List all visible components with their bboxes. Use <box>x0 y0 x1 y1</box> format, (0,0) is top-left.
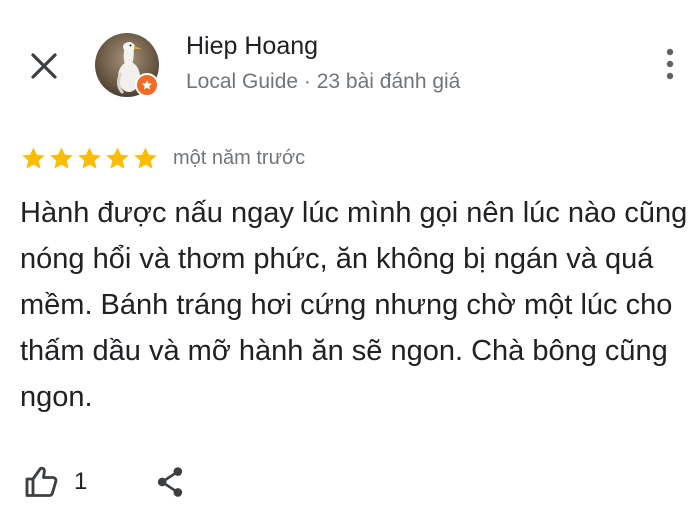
author-meta: Local Guide · 23 bài đánh giá <box>186 70 461 93</box>
local-guide-star-icon <box>142 80 152 90</box>
review-text: Hành được nấu ngay lúc mình gọi nên lúc … <box>20 197 688 413</box>
star-icon <box>106 146 129 169</box>
star-icon <box>78 146 101 169</box>
rating-row: một năm trước <box>20 144 305 172</box>
local-guide-badge <box>135 73 159 97</box>
star-icon <box>22 146 45 169</box>
close-button[interactable] <box>24 46 64 86</box>
more-options-button[interactable] <box>652 42 688 86</box>
share-button[interactable] <box>150 460 190 504</box>
star-icon <box>50 146 73 169</box>
more-vert-icon <box>666 48 674 80</box>
author-name[interactable]: Hiep Hoang <box>186 32 318 61</box>
author-avatar-container[interactable] <box>95 33 159 97</box>
like-button[interactable]: 1 <box>24 460 87 504</box>
star-rating <box>20 145 159 172</box>
like-count: 1 <box>74 468 88 495</box>
review-date: một năm trước <box>173 146 306 169</box>
share-icon <box>157 467 183 497</box>
close-icon <box>31 53 57 79</box>
star-icon <box>134 146 157 169</box>
thumb-up-icon <box>25 466 58 497</box>
